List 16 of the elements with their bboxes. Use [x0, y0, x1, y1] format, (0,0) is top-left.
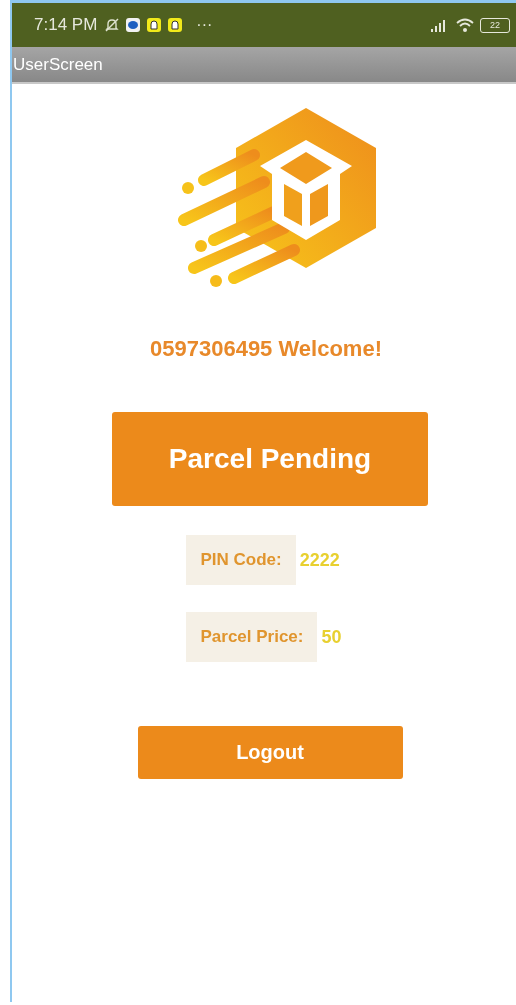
wifi-icon — [455, 17, 475, 33]
more-notifications: ··· — [196, 16, 213, 34]
welcome-message: 0597306495 Welcome! — [150, 336, 382, 362]
detail-label: PIN Code: — [186, 535, 296, 585]
logout-button[interactable]: Logout — [137, 726, 403, 779]
ghost-app-icon — [146, 17, 163, 33]
detail-value: 50 — [321, 626, 342, 648]
bell-off-icon — [104, 17, 121, 33]
status-time: 7:14 PM — [34, 15, 98, 35]
parcel-status-button[interactable]: Parcel Pending — [112, 412, 428, 506]
detail-label: Parcel Price: — [186, 612, 318, 662]
battery-icon: 22 — [480, 17, 510, 33]
detail-value: 2222 — [299, 549, 340, 571]
message-app-icon — [125, 17, 142, 33]
screen-title: UserScreen — [13, 54, 103, 75]
ghost-app-icon — [167, 17, 184, 33]
